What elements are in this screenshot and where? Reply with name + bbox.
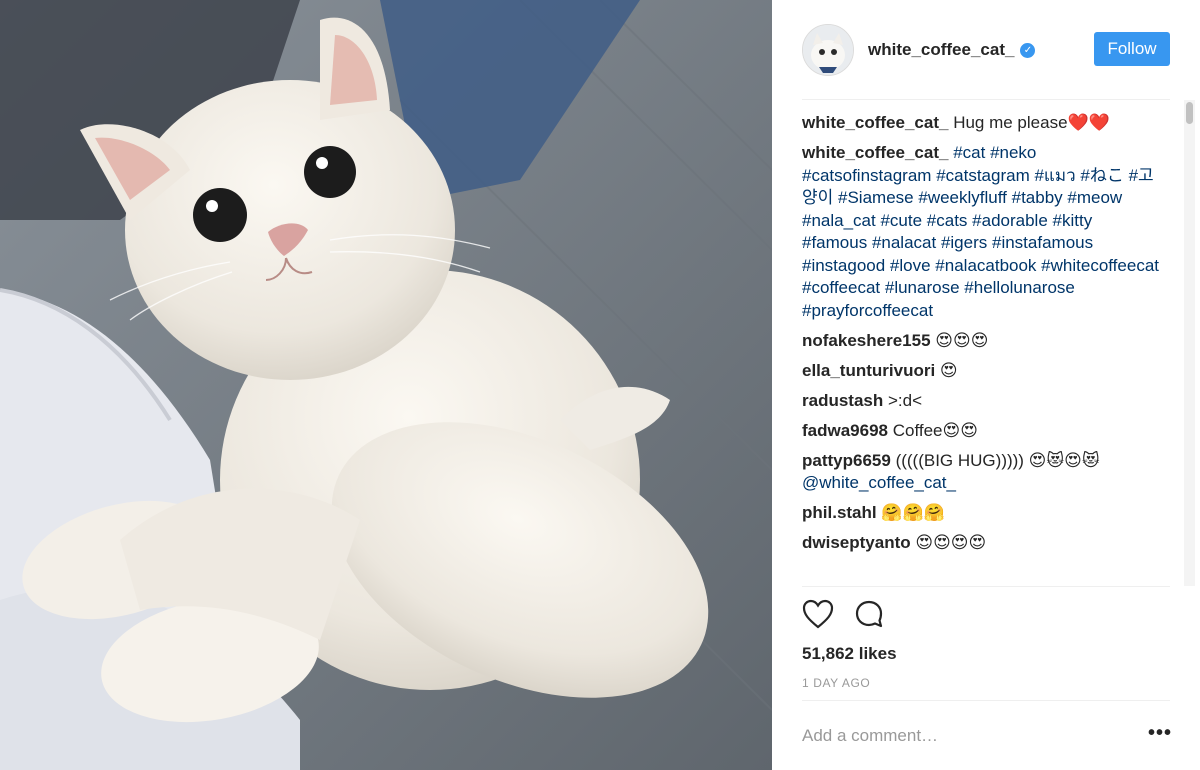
hashtag-link[interactable]: #weeklyfluff [918, 188, 1007, 207]
list-item: dwiseptyanto 😍😍😍😍 [802, 532, 1162, 555]
list-item: ella_tunturivuori 😍 [802, 360, 1162, 383]
post-header: white_coffee_cat_ ✓ Follow [802, 22, 1170, 78]
likes-count[interactable]: 51,862 likes [802, 644, 897, 664]
hashtag-link[interactable]: #whitecoffeecat [1041, 256, 1159, 275]
comment-username[interactable]: nofakeshere155 [802, 331, 931, 350]
caption: white_coffee_cat_ Hug me please❤️❤️ [802, 112, 1162, 135]
hashtag-link[interactable]: #instagood [802, 256, 885, 275]
post-timestamp: 1 DAY AGO [802, 676, 871, 690]
hashtag-link[interactable]: #cute [880, 211, 922, 230]
caption-text: Hug me please❤️❤️ [953, 113, 1110, 132]
hashtag-link[interactable]: #nalacat [872, 233, 936, 252]
hashtag-link[interactable]: #Siamese [838, 188, 914, 207]
post-photo[interactable] [0, 0, 772, 770]
comment-bubble-icon[interactable] [854, 599, 884, 634]
hashtag-link[interactable]: #hellolunarose [964, 278, 1075, 297]
hashtag-link[interactable]: #instafamous [992, 233, 1093, 252]
comment-text: 🤗🤗🤗 [881, 503, 945, 522]
footer-divider [802, 700, 1170, 701]
hashtag-link[interactable]: #adorable [972, 211, 1048, 230]
caption-username[interactable]: white_coffee_cat_ [802, 113, 948, 132]
mention-link[interactable]: @white_coffee_cat_ [802, 473, 956, 492]
post-author-username[interactable]: white_coffee_cat_ [868, 40, 1014, 60]
hashtag-link[interactable]: #love [890, 256, 931, 275]
hashtag-link[interactable]: #แมว [1034, 166, 1075, 185]
hashtag-link[interactable]: #cat [953, 143, 985, 162]
comments-divider [802, 586, 1170, 587]
hashtag-comment: white_coffee_cat_ #cat #neko #catsofinst… [802, 142, 1162, 322]
cat-photo-image [0, 0, 772, 770]
hashtag-list: #cat #neko #catsofinstagram #catstagram … [802, 143, 1159, 320]
avatar[interactable] [802, 24, 854, 76]
verified-badge-icon: ✓ [1020, 42, 1036, 58]
hashtag-comment-username[interactable]: white_coffee_cat_ [802, 143, 948, 162]
list-item: fadwa9698 Coffee😍😍 [802, 420, 1162, 443]
heart-outline-icon[interactable] [802, 599, 834, 634]
hashtag-link[interactable]: #igers [941, 233, 987, 252]
hashtag-link[interactable]: #cats [927, 211, 968, 230]
comments-list: white_coffee_cat_ Hug me please❤️❤️ whit… [802, 112, 1162, 586]
comment-text: 😍😍😍 [935, 330, 989, 350]
hashtag-link[interactable]: #lunarose [885, 278, 960, 297]
list-item: radustash >:d< [802, 390, 1162, 413]
hashtag-link[interactable]: #catstagram [936, 166, 1030, 185]
hashtag-link[interactable]: #coffeecat [802, 278, 880, 297]
comment-username[interactable]: phil.stahl [802, 503, 877, 522]
post-actions [802, 599, 884, 634]
comment-text: (((((BIG HUG))))) 😍😻😍😻 [895, 450, 1100, 470]
hashtag-link[interactable]: #ねこ [1080, 166, 1123, 185]
hashtag-link[interactable]: #catsofinstagram [802, 166, 931, 185]
comment-text: 😍😍😍😍 [915, 533, 987, 552]
hashtag-link[interactable]: #nala_cat [802, 211, 876, 230]
hashtag-link[interactable]: #meow [1067, 188, 1122, 207]
header-divider [802, 99, 1170, 100]
comment-text: 😍 [939, 360, 958, 380]
hashtag-link[interactable]: #kitty [1053, 211, 1093, 230]
comment-username[interactable]: pattyp6659 [802, 451, 891, 470]
hashtag-link[interactable]: #tabby [1012, 188, 1063, 207]
comment-username[interactable]: radustash [802, 391, 883, 410]
hashtag-link[interactable]: #prayforcoffeecat [802, 301, 933, 320]
list-item: pattyp6659 (((((BIG HUG))))) 😍😻😍😻 @white… [802, 450, 1162, 495]
comment-username[interactable]: fadwa9698 [802, 421, 888, 440]
hashtag-link[interactable]: #nalacatbook [935, 256, 1036, 275]
list-item: phil.stahl 🤗🤗🤗 [802, 502, 1162, 525]
comment-text: Coffee😍😍 [892, 420, 978, 440]
add-comment-input[interactable] [802, 716, 1122, 756]
post-details-panel: white_coffee_cat_ ✓ Follow white_coffee_… [772, 0, 1200, 770]
follow-button[interactable]: Follow [1094, 32, 1170, 66]
comment-username[interactable]: dwiseptyanto [802, 533, 911, 552]
comment-text: >:d< [887, 390, 923, 410]
comment-username[interactable]: ella_tunturivuori [802, 361, 935, 380]
hashtag-link[interactable]: #neko [990, 143, 1036, 162]
more-options-icon[interactable]: ••• [1148, 722, 1172, 745]
scrollbar-thumb[interactable] [1186, 102, 1193, 124]
hashtag-link[interactable]: #famous [802, 233, 867, 252]
list-item: nofakeshere155 😍😍😍 [802, 330, 1162, 353]
comments-scrollbar[interactable] [1184, 100, 1195, 586]
